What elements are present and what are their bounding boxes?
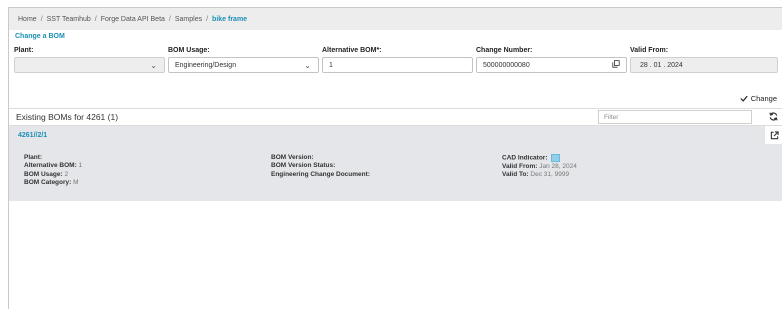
breadcrumb-separator: / — [40, 15, 43, 23]
detail-alternative-bom: Alternative BOM: 1 — [24, 162, 83, 170]
detail-valid-from: Valid From: Jan 28, 2024 — [502, 163, 577, 171]
alternative-bom-input[interactable]: 1 — [322, 57, 473, 73]
breadcrumb-sst-teamhub[interactable]: SST Teamhub — [47, 16, 91, 23]
bom-usage-label: BOM Usage: — [168, 47, 210, 54]
bom-usage-select[interactable]: Engineering/Design ⌄ — [168, 57, 319, 73]
plant-label: Plant: — [14, 47, 34, 54]
change-number-label: Change Number: — [476, 47, 533, 54]
detail-plant: Plant: — [24, 154, 43, 161]
open-external-icon — [770, 130, 779, 139]
breadcrumb-separator: / — [206, 15, 209, 23]
chevron-down-icon: ⌄ — [150, 61, 157, 70]
detail-bom-usage: BOM Usage: 2 — [24, 170, 69, 178]
breadcrumb-separator: / — [168, 15, 171, 23]
bom-link[interactable]: 4261//2/1 — [18, 132, 47, 139]
bom-usage-value: Engineering/Design — [175, 61, 237, 69]
filter-input[interactable]: Filter — [598, 110, 752, 124]
detail-bom-version: BOM Version: — [271, 154, 314, 161]
change-button[interactable]: Change — [740, 94, 777, 103]
detail-engineering-change-document: Engineering Change Document: — [271, 170, 370, 178]
breadcrumb-current: bike frame — [212, 15, 248, 23]
breadcrumb-forge-data-api[interactable]: Forge Data API Beta — [101, 16, 165, 23]
filter-placeholder: Filter — [604, 113, 619, 121]
copy-icon[interactable] — [612, 60, 620, 68]
chevron-down-icon: ⌄ — [304, 61, 311, 70]
valid-from-input[interactable]: 28 . 01 . 2024 — [630, 57, 778, 73]
detail-bom-category: BOM Category: M — [24, 178, 79, 186]
breadcrumb-home[interactable]: Home — [18, 16, 37, 23]
breadcrumb-separator: / — [94, 15, 97, 23]
change-number-input[interactable]: 500000000080 — [476, 57, 627, 73]
valid-from-label: Valid From: — [630, 47, 669, 54]
alternative-bom-value: 1 — [329, 61, 333, 69]
change-number-value: 500000000080 — [483, 61, 530, 69]
check-icon — [740, 95, 748, 102]
valid-from-value: 28 . 01 . 2024 — [640, 61, 683, 69]
page-title: Change a BOM — [15, 33, 65, 40]
cad-checkbox-icon — [551, 154, 561, 162]
detail-bom-version-status: BOM Version Status: — [271, 162, 336, 170]
detail-cad-indicator: CAD Indicator: — [502, 154, 577, 163]
bom-details-col1: Plant: Alternative BOM: 1 BOM Usage: 2 B… — [24, 154, 82, 187]
existing-boms-header: Existing BOMs for 4261 (1) Filter — [9, 108, 782, 126]
section-title: Existing BOMs for 4261 (1) — [16, 112, 119, 122]
bom-details-col3: CAD Indicator: Valid From: Jan 28, 2024 … — [502, 154, 577, 180]
bom-card: 4261//2/1 Plant: Alternative BOM: 1 BOM … — [9, 126, 782, 201]
alternative-bom-label: Alternative BOM*: — [322, 47, 382, 54]
breadcrumb-samples[interactable]: Samples — [175, 16, 202, 23]
detail-valid-to: Valid To: Dec 31, 9999 — [502, 171, 570, 179]
bom-details-col2: BOM Version: BOM Version Status: Enginee… — [271, 154, 370, 179]
plant-select[interactable]: ⌄ — [14, 57, 165, 73]
open-external-button[interactable] — [765, 126, 782, 144]
refresh-icon[interactable] — [769, 112, 778, 121]
breadcrumb: Home / SST Teamhub / Forge Data API Beta… — [9, 8, 782, 30]
app-frame: Home / SST Teamhub / Forge Data API Beta… — [8, 7, 782, 309]
change-button-label: Change — [750, 94, 777, 103]
